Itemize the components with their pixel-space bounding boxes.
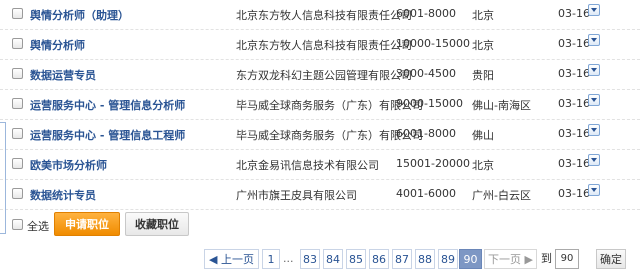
page-number[interactable]: 84 [323, 249, 343, 269]
company-name[interactable]: 东方双龙科幻主题公园管理有限公司 [236, 67, 412, 83]
job-list: 舆情分析师（助理） 北京东方牧人信息科技有限责任公司 6001-8000 北京 03-1… [0, 0, 640, 210]
goto-label: 到 [541, 252, 552, 265]
apply-job-button[interactable]: 申请职位 [54, 212, 120, 236]
job-checkbox[interactable] [12, 188, 23, 199]
job-row: 数据统计专员 广州市旗王皮具有限公司 4001-6000 广州-白云区 03-16 [0, 180, 640, 210]
expand-dropdown-icon[interactable] [588, 154, 600, 166]
job-checkbox[interactable] [12, 68, 23, 79]
date: 03-16 [558, 187, 590, 200]
salary: 6001-8000 [396, 127, 456, 140]
pagination: ◀ 上一页 1 ... 83 84 85 86 87 88 89 90 下一页 ▶ 到 90 … [0, 249, 640, 271]
page-number[interactable]: 87 [392, 249, 412, 269]
job-checkbox[interactable] [12, 98, 23, 109]
prev-page-button[interactable]: ◀ 上一页 [204, 249, 259, 269]
expand-dropdown-icon[interactable] [588, 4, 600, 16]
company-name[interactable]: 毕马威全球商务服务（广东）有限公司 [236, 97, 423, 113]
select-all-label: 全选 [27, 220, 49, 233]
page-number[interactable]: 85 [346, 249, 366, 269]
next-page-button[interactable]: 下一页 ▶ [484, 249, 537, 269]
page-first[interactable]: 1 [262, 249, 280, 269]
city: 佛山-南海区 [472, 99, 531, 112]
city: 北京 [472, 39, 494, 52]
action-bar: 全选 申请职位 收藏职位 [0, 209, 640, 239]
date: 03-16 [558, 127, 590, 140]
job-checkbox[interactable] [12, 38, 23, 49]
city: 贵阳 [472, 69, 494, 82]
expand-dropdown-icon[interactable] [588, 34, 600, 46]
job-checkbox[interactable] [12, 8, 23, 19]
job-title-link[interactable]: 欧美市场分析师 [30, 157, 107, 173]
company-name[interactable]: 北京东方牧人信息科技有限责任公司 [236, 7, 412, 23]
page-number[interactable]: 88 [415, 249, 435, 269]
page-number[interactable]: 89 [438, 249, 458, 269]
confirm-goto-button[interactable]: 确定 [596, 249, 626, 269]
job-title-link[interactable]: 舆情分析师 [30, 37, 85, 53]
job-checkbox[interactable] [12, 158, 23, 169]
city: 佛山 [472, 129, 494, 142]
city: 广州-白云区 [472, 189, 531, 202]
expand-dropdown-icon[interactable] [588, 184, 600, 196]
date: 03-16 [558, 67, 590, 80]
company-name[interactable]: 北京东方牧人信息科技有限责任公司 [236, 37, 412, 53]
page-number[interactable]: 83 [300, 249, 320, 269]
page-number[interactable]: 86 [369, 249, 389, 269]
city: 北京 [472, 9, 494, 22]
salary: 6001-8000 [396, 7, 456, 20]
date: 03-16 [558, 97, 590, 110]
company-name[interactable]: 北京金易讯信息技术有限公司 [236, 157, 379, 173]
job-row: 运营服务中心 - 管理信息工程师 毕马威全球商务服务（广东）有限公司 6001-80… [0, 120, 640, 150]
city: 北京 [472, 159, 494, 172]
expand-dropdown-icon[interactable] [588, 64, 600, 76]
salary: 15001-20000 [396, 157, 470, 170]
job-title-link[interactable]: 数据统计专员 [30, 187, 96, 203]
job-row: 运营服务中心 - 管理信息分析师 毕马威全球商务服务（广东）有限公司 9000-15… [0, 90, 640, 120]
salary: 4001-6000 [396, 187, 456, 200]
job-title-link[interactable]: 运营服务中心 - 管理信息工程师 [30, 127, 185, 143]
company-name[interactable]: 毕马威全球商务服务（广东）有限公司 [236, 127, 423, 143]
salary: 9000-15000 [396, 97, 463, 110]
favorite-job-button[interactable]: 收藏职位 [125, 212, 189, 236]
date: 03-16 [558, 37, 590, 50]
job-row: 数据运营专员 东方双龙科幻主题公园管理有限公司 3000-4500 贵阳 03-16 [0, 60, 640, 90]
page-current[interactable]: 90 [459, 249, 482, 269]
expand-dropdown-icon[interactable] [588, 94, 600, 106]
salary: 10000-15000 [396, 37, 470, 50]
salary: 3000-4500 [396, 67, 456, 80]
job-row: 舆情分析师（助理） 北京东方牧人信息科技有限责任公司 6001-8000 北京 03-1… [0, 0, 640, 30]
job-row: 欧美市场分析师 北京金易讯信息技术有限公司 15001-20000 北京 03-16 [0, 150, 640, 180]
select-all-checkbox[interactable] [12, 219, 23, 230]
date: 03-16 [558, 7, 590, 20]
company-name[interactable]: 广州市旗王皮具有限公司 [236, 187, 357, 203]
job-title-link[interactable]: 运营服务中心 - 管理信息分析师 [30, 97, 185, 113]
job-title-link[interactable]: 数据运营专员 [30, 67, 96, 83]
goto-page-input[interactable]: 90 [555, 249, 579, 269]
date: 03-16 [558, 157, 590, 170]
job-title-link[interactable]: 舆情分析师（助理） [30, 7, 129, 23]
job-checkbox[interactable] [12, 128, 23, 139]
expand-dropdown-icon[interactable] [588, 124, 600, 136]
job-row: 舆情分析师 北京东方牧人信息科技有限责任公司 10000-15000 北京 03-16 [0, 30, 640, 60]
page-ellipsis: ... [283, 252, 294, 265]
